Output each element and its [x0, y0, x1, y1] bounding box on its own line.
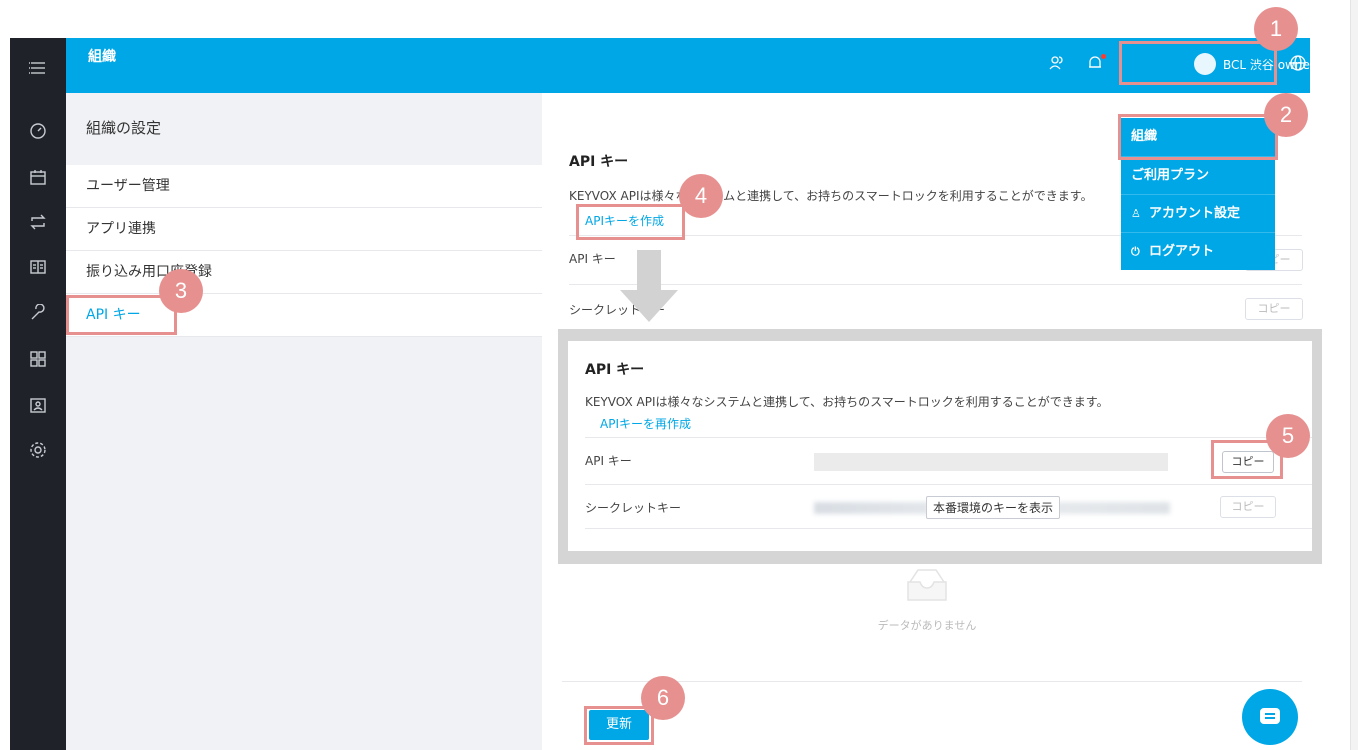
- callout-api-key-label: API キー: [585, 454, 632, 468]
- api-key-value: [814, 453, 1168, 471]
- globe-icon[interactable]: [1289, 54, 1309, 74]
- notification-dot: [1101, 54, 1106, 59]
- step-badge-6: 6: [641, 676, 685, 720]
- step-badge-3: 3: [159, 269, 203, 313]
- settings-heading: 組織の設定: [86, 119, 162, 137]
- section-title: API キー: [569, 154, 629, 170]
- page-title: 組織: [88, 49, 116, 65]
- show-production-key-button[interactable]: 本番環境のキーを表示: [926, 496, 1061, 519]
- copy-secret-key-button[interactable]: コピー: [1245, 298, 1303, 320]
- book-icon[interactable]: [10, 254, 66, 280]
- sidebar-item-bank-account[interactable]: 振り込み用口座登録: [66, 251, 542, 294]
- users-icon[interactable]: [1048, 54, 1068, 74]
- divider: [585, 528, 1312, 529]
- divider: [585, 437, 1312, 438]
- callout-description: KEYVOX APIは様々なシステムと連携して、お持ちのスマートロックを利用する…: [585, 395, 1109, 409]
- wrench-icon[interactable]: [10, 300, 66, 326]
- step-badge-5: 5: [1266, 414, 1310, 458]
- highlight-update-button: [584, 706, 654, 745]
- highlight-organization-item: [1118, 114, 1278, 160]
- callout-panel: API キー KEYVOX APIは様々なシステムと連携して、お持ちのスマートロ…: [568, 341, 1312, 551]
- sidebar-item-app-integration[interactable]: アプリ連携: [66, 208, 542, 251]
- step-badge-2: 2: [1264, 93, 1308, 137]
- highlight-create-link: [576, 204, 685, 240]
- menu-item-logout[interactable]: ⏻ ログアウト: [1121, 232, 1275, 270]
- divider: [585, 484, 1312, 485]
- bell-icon[interactable]: [1086, 54, 1106, 74]
- menu-item-account-label: アカウント設定: [1149, 206, 1241, 221]
- callout-title: API キー: [585, 362, 645, 378]
- id-card-icon[interactable]: [10, 392, 66, 418]
- arrow-down-icon: [620, 250, 678, 322]
- empty-inbox-icon: [907, 569, 947, 601]
- divider: [569, 284, 1302, 285]
- step-badge-4: 4: [679, 174, 723, 218]
- menu-icon[interactable]: [10, 55, 66, 81]
- grid-icon[interactable]: [10, 346, 66, 372]
- calendar-icon[interactable]: [10, 164, 66, 190]
- chat-icon: [1260, 708, 1280, 724]
- settings-icon[interactable]: [10, 437, 66, 463]
- highlight-user-menu: [1119, 41, 1277, 85]
- icon-rail: [10, 38, 66, 750]
- recreate-api-key-link[interactable]: APIキーを再作成: [600, 415, 691, 432]
- page-scrollbar[interactable]: [1350, 0, 1358, 750]
- menu-item-account-settings[interactable]: ♙ アカウント設定: [1121, 194, 1275, 232]
- callout-secret-key-label: シークレットキー: [585, 501, 682, 515]
- settings-sidebar: 組織の設定 ユーザー管理 アプリ連携 振り込み用口座登録 API キー: [66, 93, 542, 750]
- dashboard-icon[interactable]: [10, 118, 66, 144]
- person-icon: ♙: [1131, 207, 1141, 220]
- chevron-down-icon: ∨: [1327, 55, 1336, 68]
- logout-icon: ⏻: [1131, 245, 1140, 258]
- menu-item-plan[interactable]: ご利用プラン: [1121, 156, 1275, 194]
- callout-copy-secret-key-button[interactable]: コピー: [1220, 496, 1276, 518]
- sidebar-item-users[interactable]: ユーザー管理: [66, 165, 542, 208]
- menu-item-logout-label: ログアウト: [1149, 244, 1215, 259]
- section-description: KEYVOX APIは様々なシステムと連携して、お持ちのスマートロックを利用する…: [569, 189, 1093, 203]
- repeat-icon[interactable]: [10, 209, 66, 235]
- chat-button[interactable]: [1242, 689, 1298, 745]
- step-badge-1: 1: [1254, 7, 1298, 51]
- empty-state-text: データがありません: [877, 619, 977, 632]
- api-key-label: API キー: [569, 252, 616, 266]
- highlight-api-key-item: [66, 295, 177, 335]
- callout-frame: API キー KEYVOX APIは様々なシステムと連携して、お持ちのスマートロ…: [558, 329, 1322, 564]
